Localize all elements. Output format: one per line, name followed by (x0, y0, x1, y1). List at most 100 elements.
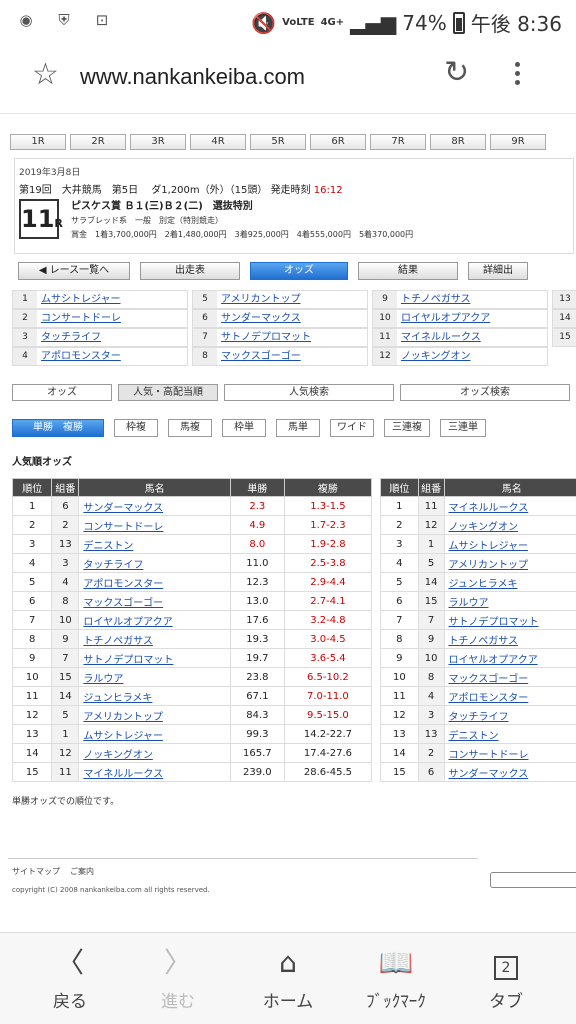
results-button[interactable]: 結果 (358, 262, 458, 280)
horse-name-link[interactable]: マックスゴーゴー (78, 591, 231, 611)
back-nav-button[interactable]: 〈 戻る (20, 945, 120, 1012)
horse-name-link[interactable]: ノッキングオン (443, 515, 576, 535)
horse-entry[interactable]: 6 サンダーマックス (192, 309, 368, 328)
horse-name-link[interactable]: ムサシトレジャー (78, 724, 231, 744)
horse-entry[interactable]: 10 ロイヤルオプアクア (372, 309, 548, 328)
rank-cell: 14 (11, 743, 53, 763)
horse-name-link[interactable]: コンサートドーレ (78, 515, 231, 535)
race-tab-5[interactable]: 5R (250, 134, 306, 150)
bet-type-5[interactable]: 馬単 (276, 419, 320, 437)
horse-entry[interactable]: 15 (552, 328, 576, 347)
footer-button[interactable] (490, 872, 576, 888)
details-button[interactable]: 詳細出 (468, 262, 528, 280)
horse-name-link[interactable]: マイネルルークス (78, 762, 231, 782)
horse-name-link[interactable]: サンダーマックス (217, 310, 367, 327)
back-to-list-button[interactable]: ◀ レース一覧へ (18, 262, 130, 280)
horse-name-link[interactable]: タッチライフ (37, 329, 187, 346)
horse-name-link[interactable]: マイネルルークス (443, 496, 576, 516)
forward-nav-button[interactable]: 〉 進む (128, 945, 228, 1012)
horse-entry[interactable]: 9 トチノペガサス (372, 290, 548, 309)
entries-button[interactable]: 出走表 (140, 262, 240, 280)
horse-name-link[interactable]: ラルウア (78, 667, 231, 687)
bet-type-3[interactable]: 馬複 (168, 419, 212, 437)
bet-type-8[interactable]: 三連単 (440, 419, 486, 437)
url-field[interactable]: www.nankankeiba.com (80, 64, 305, 90)
guide-link[interactable]: ご案内 (70, 866, 94, 877)
bet-type-7[interactable]: 三連複 (384, 419, 430, 437)
home-nav-button[interactable]: ⌂ ホーム (238, 945, 338, 1012)
tabs-nav-button[interactable]: 2 タブ (456, 945, 556, 1012)
race-tab-7[interactable]: 7R (370, 134, 426, 150)
horse-name-link[interactable]: トチノペガサス (397, 291, 547, 308)
horse-entry[interactable]: 8 マックスゴーゴー (192, 347, 368, 366)
horse-name-link[interactable]: マックスゴーゴー (217, 348, 367, 365)
horse-name-link[interactable]: アポロモンスター (443, 686, 576, 706)
horse-name-link[interactable]: ロイヤルオプアクア (78, 610, 231, 630)
horse-entry[interactable]: 11 マイネルルークス (372, 328, 548, 347)
horse-name-link[interactable]: ラルウア (443, 591, 576, 611)
horse-name-link[interactable]: サンダーマックス (78, 496, 231, 516)
horse-entry[interactable]: 1 ムサシトレジャー (12, 290, 188, 309)
horse-name-link[interactable]: サンダーマックス (443, 762, 576, 782)
horse-name-link[interactable]: ロイヤルオプアクア (443, 648, 576, 668)
horse-name-link[interactable]: アメリカントップ (217, 291, 367, 308)
horse-name-link[interactable]: タッチライフ (78, 553, 231, 573)
odds-tab-4[interactable]: オッズ検索 (400, 384, 570, 401)
win-odds-cell: 23.8 (229, 667, 285, 687)
race-tab-3[interactable]: 3R (130, 134, 186, 150)
horse-name-link[interactable]: アポロモンスター (37, 348, 187, 365)
bookmark-star-icon[interactable]: ☆ (32, 60, 59, 90)
horse-name-link[interactable]: サトノデプロマット (78, 648, 231, 668)
horse-name-link[interactable]: デニストン (78, 534, 231, 554)
reload-icon[interactable]: ↻ (444, 58, 469, 88)
horse-name-link[interactable]: ロイヤルオプアクア (397, 310, 547, 327)
race-tab-8[interactable]: 8R (430, 134, 486, 150)
horse-name-link[interactable]: アメリカントップ (443, 553, 576, 573)
horse-name-link[interactable]: アメリカントップ (78, 705, 231, 725)
horse-entry[interactable]: 13 (552, 290, 576, 309)
odds-button[interactable]: オッズ (250, 262, 348, 280)
horse-name-link[interactable]: トチノペガサス (78, 629, 231, 649)
horse-entry[interactable]: 12 ノッキングオン (372, 347, 548, 366)
horse-name-link[interactable]: サトノデプロマット (217, 329, 367, 346)
horse-name-link[interactable]: マイネルルークス (397, 329, 547, 346)
race-meeting-line: 第19回 大井競馬 第5日 ダ1,200m（外）（15頭） 発走時刻 16:12 (19, 181, 343, 196)
horse-name-link[interactable]: コンサートドーレ (37, 310, 187, 327)
horse-name-link[interactable]: ノッキングオン (78, 743, 231, 763)
horse-name-link[interactable]: マックスゴーゴー (443, 667, 576, 687)
odds-tab-2[interactable]: 人気・高配当順 (118, 384, 218, 401)
horse-name-link[interactable]: デニストン (443, 724, 576, 744)
bet-type-6[interactable]: ワイド (330, 419, 374, 437)
odds-tab-1[interactable]: オッズ (12, 384, 112, 401)
race-tab-2[interactable]: 2R (70, 134, 126, 150)
odds-tab-3[interactable]: 人気検索 (224, 384, 394, 401)
race-tab-9[interactable]: 9R (490, 134, 546, 150)
horse-name-link[interactable]: ムサシトレジャー (443, 534, 576, 554)
race-tab-4[interactable]: 4R (190, 134, 246, 150)
horse-name-link[interactable]: アポロモンスター (78, 572, 231, 592)
bookmarks-nav-button[interactable]: 📖 ﾌﾞｯｸﾏｰｸ (346, 945, 446, 1012)
horse-name-link[interactable]: サトノデプロマット (443, 610, 576, 630)
horse-entry[interactable]: 5 アメリカントップ (192, 290, 368, 309)
bet-type-4[interactable]: 枠単 (222, 419, 266, 437)
horse-entry[interactable]: 2 コンサートドーレ (12, 309, 188, 328)
bet-type-1[interactable]: 単勝 複勝 (12, 419, 104, 437)
horse-name-link[interactable]: コンサートドーレ (443, 743, 576, 763)
horse-name-link[interactable]: ジュンヒラメキ (443, 572, 576, 592)
table-row: 7 7 サトノデプロマット (380, 610, 576, 630)
horse-name-link[interactable]: タッチライフ (443, 705, 576, 725)
more-menu-icon[interactable] (515, 62, 521, 89)
bet-type-2[interactable]: 枠複 (114, 419, 158, 437)
horse-entry[interactable]: 3 タッチライフ (12, 328, 188, 347)
sitemap-link[interactable]: サイトマップ (12, 866, 60, 877)
horse-name-link[interactable]: ノッキングオン (397, 348, 547, 365)
horse-entry[interactable]: 14 (552, 309, 576, 328)
race-tab-1[interactable]: 1R (10, 134, 66, 150)
horse-entry[interactable]: 7 サトノデプロマット (192, 328, 368, 347)
horse-name-link[interactable]: トチノペガサス (443, 629, 576, 649)
race-tab-6[interactable]: 6R (310, 134, 366, 150)
horse-name-link[interactable]: ジュンヒラメキ (78, 686, 231, 706)
horse-number-cell: 7 (51, 648, 80, 668)
horse-entry[interactable]: 4 アポロモンスター (12, 347, 188, 366)
horse-name-link[interactable]: ムサシトレジャー (37, 291, 187, 308)
